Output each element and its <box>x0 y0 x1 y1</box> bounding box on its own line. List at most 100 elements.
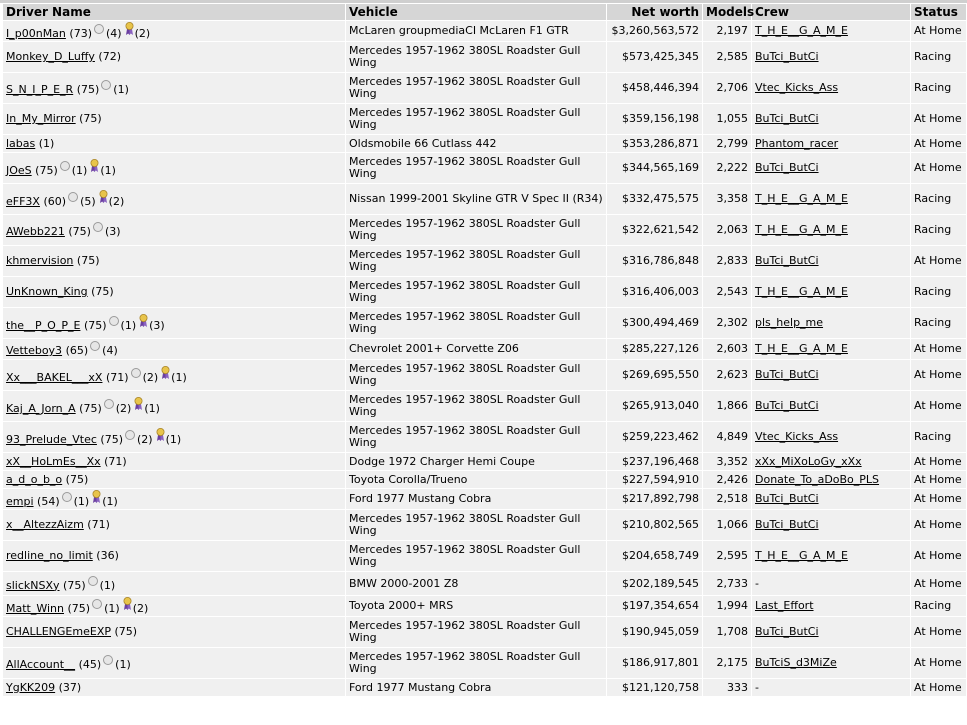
driver-name-link[interactable]: eFF3X <box>6 195 40 208</box>
table-row: Matt_Winn (75) (1) (2) Toyota 2000+ MRS $197… <box>2 595 967 617</box>
header-status[interactable]: Status <box>910 3 967 21</box>
status-cell: Racing <box>910 72 967 104</box>
crew-link[interactable]: BuTciS_d3MiZe <box>755 656 837 669</box>
header-driver-name[interactable]: Driver Name <box>2 3 346 21</box>
ribbon-count: (1) <box>100 164 116 177</box>
crew-link[interactable]: Donate_To_aDoBo_PLS <box>755 473 879 486</box>
status-cell: At Home <box>910 134 967 153</box>
crew-link[interactable]: BuTci_ButCi <box>755 625 819 638</box>
driver-name-link[interactable]: khmervision <box>6 254 73 267</box>
crew-link[interactable]: BuTci_ButCi <box>755 518 819 531</box>
crew-link[interactable]: BuTci_ButCi <box>755 254 819 267</box>
status-cell: At Home <box>910 488 967 510</box>
vehicle-cell: Mercedes 1957-1962 380SL Roadster Gull W… <box>345 307 607 339</box>
crew-cell: BuTci_ButCi <box>751 616 911 648</box>
crew-link[interactable]: T_H_E__G_A_M_E <box>755 192 848 205</box>
status-cell: Racing <box>910 183 967 215</box>
driver-name-link[interactable]: a_d_o_b_o <box>6 473 62 486</box>
driver-name-link[interactable]: UnKnown_King <box>6 285 88 298</box>
driver-name-link[interactable]: x__AltezzAizm <box>6 518 84 531</box>
driver-cell: Vetteboy3 (65) (4) <box>2 338 346 360</box>
points-icon <box>130 368 141 378</box>
vehicle-cell: Nissan 1999-2001 Skyline GTR V Spec II (… <box>345 183 607 215</box>
models-cell: 2,197 <box>702 20 752 42</box>
driver-name-link[interactable]: I_p00nMan <box>6 27 66 40</box>
crew-link[interactable]: T_H_E__G_A_M_E <box>755 549 848 562</box>
crew-link[interactable]: BuTci_ButCi <box>755 50 819 63</box>
header-net-worth[interactable]: Net worth <box>606 3 703 21</box>
driver-name-link[interactable]: redline_no_limit <box>6 549 93 562</box>
table-row: Monkey_D_Luffy (72) Mercedes 1957-1962 38… <box>2 41 967 73</box>
driver-cell: YgKK209 (37) <box>2 678 346 697</box>
crew-link[interactable]: Vtec_Kicks_Ass <box>755 81 838 94</box>
driver-name-link[interactable]: 93_Prelude_Vtec <box>6 433 97 446</box>
crew-link[interactable]: T_H_E__G_A_M_E <box>755 285 848 298</box>
points-count: (5) <box>80 195 96 208</box>
crew-link[interactable]: BuTci_ButCi <box>755 492 819 505</box>
net-worth-cell: $202,189,545 <box>606 571 703 596</box>
status-cell: At Home <box>910 103 967 135</box>
crew-link[interactable]: BuTci_ButCi <box>755 399 819 412</box>
crew-link[interactable]: xXx_MiXoLoGy_xXx <box>755 455 862 468</box>
driver-name-link[interactable]: Kaj_A_Jorn_A <box>6 402 76 415</box>
crew-link[interactable]: T_H_E__G_A_M_E <box>755 223 848 236</box>
status-cell: At Home <box>910 540 967 572</box>
net-worth-cell: $300,494,469 <box>606 307 703 339</box>
ribbon-count: (3) <box>149 319 165 332</box>
status-cell: Racing <box>910 276 967 308</box>
vehicle-cell: Mercedes 1957-1962 380SL Roadster Gull W… <box>345 647 607 679</box>
driver-name-link[interactable]: Xx___BAKEL___xX <box>6 371 102 384</box>
vehicle-cell: Mercedes 1957-1962 380SL Roadster Gull W… <box>345 540 607 572</box>
ribbon-icon <box>139 314 148 327</box>
driver-name-link[interactable]: Monkey_D_Luffy <box>6 50 95 63</box>
crew-link[interactable]: T_H_E__G_A_M_E <box>755 24 848 37</box>
ribbon-count: (2) <box>134 27 151 40</box>
driver-cell: UnKnown_King (75) <box>2 276 346 308</box>
driver-name-link[interactable]: xX__HoLmEs__Xx <box>6 455 101 468</box>
driver-level: (75) <box>83 319 107 332</box>
driver-level: (75) <box>63 578 86 592</box>
net-worth-cell: $269,695,550 <box>606 359 703 391</box>
header-vehicle[interactable]: Vehicle <box>345 3 607 21</box>
driver-name-link[interactable]: YgKK209 <box>6 681 55 694</box>
driver-cell: redline_no_limit (36) <box>2 540 346 572</box>
net-worth-cell: $316,406,003 <box>606 276 703 308</box>
driver-name-link[interactable]: JOeS <box>6 164 32 177</box>
crew-link[interactable]: BuTci_ButCi <box>755 112 819 125</box>
driver-cell: empi (54) (1) (1) <box>2 488 346 510</box>
models-cell: 2,799 <box>702 134 752 153</box>
crew-link[interactable]: BuTci_ButCi <box>755 161 819 174</box>
driver-name-link[interactable]: AWebb221 <box>6 225 65 238</box>
driver-name-link[interactable]: slickNSXy <box>6 579 60 592</box>
driver-name-link[interactable]: S_N_I_P_E_R <box>6 83 73 96</box>
points-count: (4) <box>102 344 118 357</box>
table-row: AWebb221 (75) (3) Mercedes 1957-1962 380SL… <box>2 214 967 246</box>
table-row: UnKnown_King (75) Mercedes 1957-1962 380S… <box>2 276 967 308</box>
table-row: x__AltezzAizm (71) Mercedes 1957-1962 380… <box>2 509 967 541</box>
points-icon <box>92 599 103 609</box>
driver-name-link[interactable]: the__P_O_P_E <box>6 319 80 332</box>
vehicle-cell: Mercedes 1957-1962 380SL Roadster Gull W… <box>345 359 607 391</box>
driver-name-link[interactable]: CHALLENGEmeEXP <box>6 625 111 638</box>
crew-cell: - <box>751 678 911 697</box>
crew-link[interactable]: BuTci_ButCi <box>755 368 819 381</box>
net-worth-cell: $353,286,871 <box>606 134 703 153</box>
driver-name-link[interactable]: Vetteboy3 <box>6 344 62 357</box>
driver-cell: Xx___BAKEL___xX (71) (2) (1) <box>2 359 346 391</box>
table-row: YgKK209 (37) Ford 1977 Mustang Cobra $121,… <box>2 678 967 697</box>
header-models[interactable]: Models <box>702 3 754 21</box>
crew-link[interactable]: T_H_E__G_A_M_E <box>755 342 848 355</box>
driver-cell: CHALLENGEmeEXP (75) <box>2 616 346 648</box>
ribbon-count: (1) <box>171 371 187 384</box>
crew-link[interactable]: Phantom_racer <box>755 137 838 150</box>
driver-name-link[interactable]: Matt_Winn <box>6 602 64 615</box>
crew-link[interactable]: Vtec_Kicks_Ass <box>755 430 838 443</box>
header-crew[interactable]: Crew <box>751 3 911 21</box>
driver-name-link[interactable]: labas <box>6 137 35 150</box>
driver-name-link[interactable]: empi <box>6 495 34 508</box>
crew-link[interactable]: pls_help_me <box>755 316 823 329</box>
models-cell: 2,706 <box>702 72 752 104</box>
crew-link[interactable]: Last_Effort <box>755 599 814 612</box>
driver-name-link[interactable]: AllAccount__ <box>6 658 75 671</box>
driver-name-link[interactable]: In_My_Mirror <box>6 112 76 125</box>
